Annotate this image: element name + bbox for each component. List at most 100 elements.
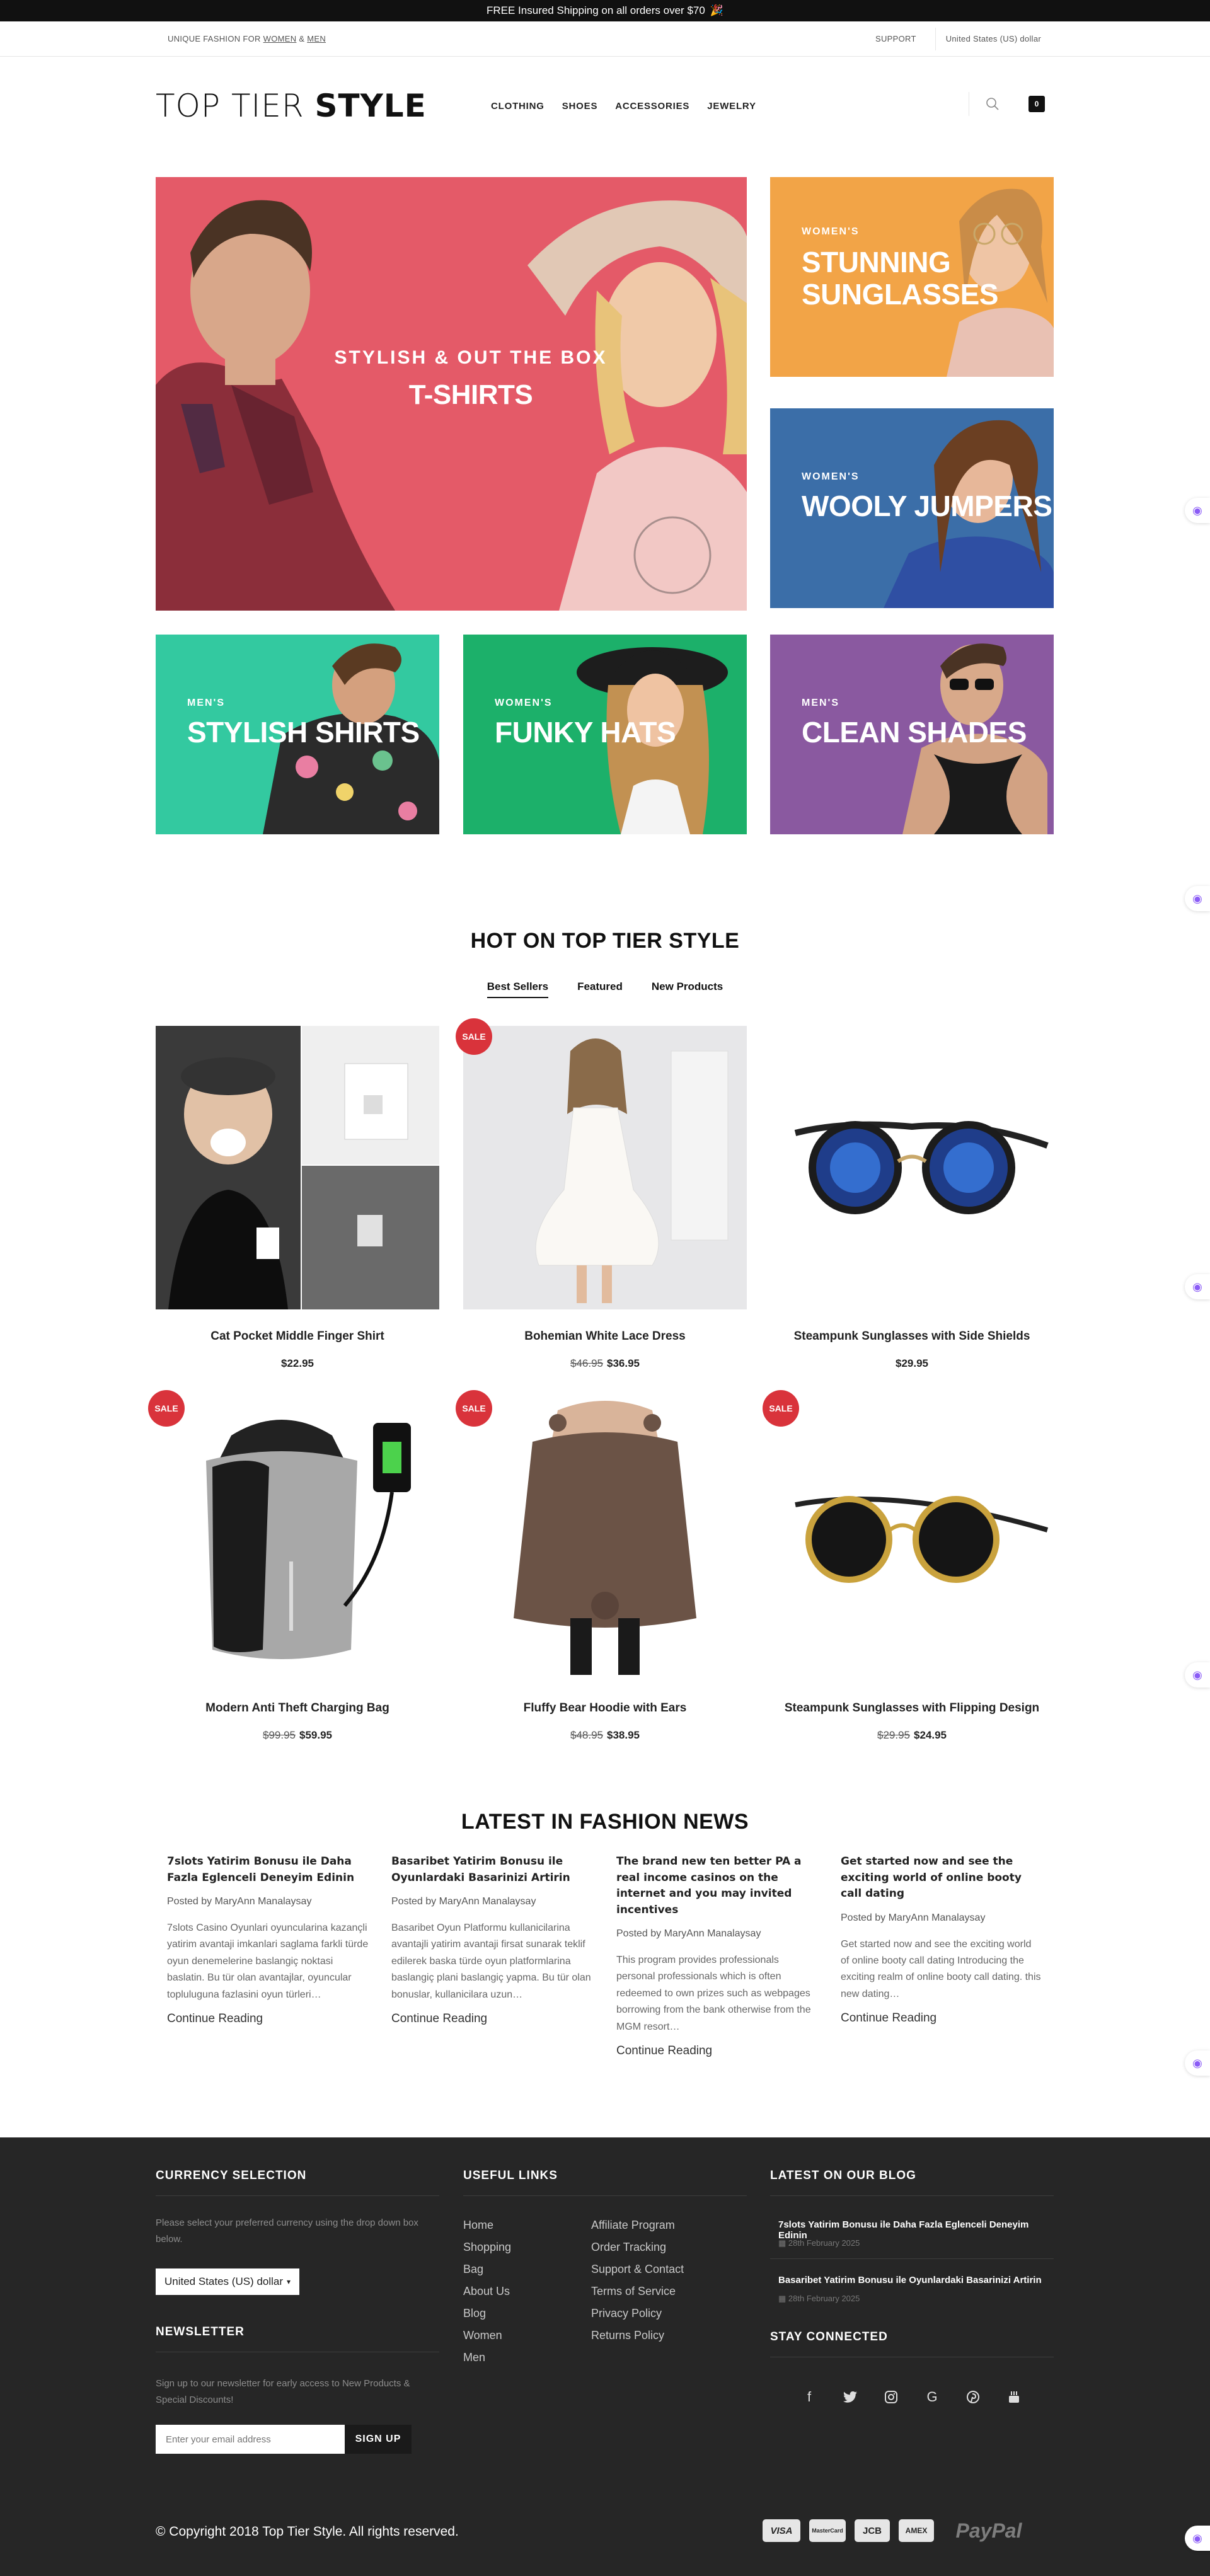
footer-link-blog[interactable]: Blog: [463, 2303, 533, 2325]
product-name[interactable]: Cat Pocket Middle Finger Shirt: [156, 1330, 439, 1343]
continue-reading-link[interactable]: Continue Reading: [841, 2011, 1042, 2025]
post-title[interactable]: The brand new ten better PA a real incom…: [616, 1854, 818, 1918]
footer-links-col1: Home Shopping Bag About Us Blog Women Me…: [463, 2214, 533, 2369]
men-link[interactable]: MEN: [307, 34, 326, 43]
sale-badge: SALE: [148, 1390, 185, 1427]
stay-connected-title: STAY CONNECTED: [770, 2330, 888, 2343]
footer-link-men[interactable]: Men: [463, 2347, 533, 2369]
product-price: $48.95 $38.95: [463, 1729, 747, 1742]
footer-blog-link[interactable]: Basaribet Yatirim Bonusu ile Oyunlardaki…: [778, 2275, 1056, 2286]
product-name[interactable]: Bohemian White Lace Dress: [463, 1330, 747, 1343]
floating-widget-icon[interactable]: ◉: [1185, 1274, 1210, 1299]
footer-link-shopping[interactable]: Shopping: [463, 2236, 533, 2258]
tile-kicker: WOMEN'S: [495, 698, 553, 708]
news-section-title: LATEST IN FASHION NEWS: [461, 1810, 749, 1834]
nav-accessories[interactable]: ACCESSORIES: [615, 101, 689, 112]
currency-dropdown[interactable]: United States (US) dollar ▾: [156, 2268, 300, 2295]
tagline-amp: &: [299, 34, 305, 43]
floating-widget-icon[interactable]: ◉: [1185, 886, 1210, 911]
tile-title: CLEAN SHADES: [802, 716, 1027, 749]
floating-widget-icon[interactable]: ◉: [1185, 498, 1210, 523]
google-icon[interactable]: G: [923, 2388, 941, 2406]
product-card[interactable]: Cat Pocket Middle Finger Shirt $22.95: [156, 1026, 439, 1370]
nav-shoes[interactable]: SHOES: [562, 101, 598, 112]
site-logo[interactable]: TOP TIER STYLE: [156, 88, 491, 124]
tile-title: FUNKY HATS: [495, 716, 676, 749]
twitter-icon[interactable]: [841, 2388, 859, 2406]
product-name[interactable]: Steampunk Sunglasses with Side Shields: [770, 1330, 1054, 1343]
product-image[interactable]: [156, 1026, 439, 1309]
tagline: UNIQUE FASHION FOR WOMEN & MEN: [168, 34, 326, 43]
tile-stunning-sunglasses[interactable]: WOMEN'S STUNNING SUNGLASSES: [770, 177, 1054, 377]
floating-widget-icon[interactable]: ◉: [1185, 2526, 1210, 2551]
hero-tile-tshirts[interactable]: STYLISH & OUT THE BOX T-SHIRTS: [156, 177, 747, 611]
tile-title: STUNNING SUNGLASSES: [802, 246, 998, 310]
signup-button[interactable]: SIGN UP: [345, 2425, 412, 2454]
tab-new-products[interactable]: New Products: [652, 980, 723, 998]
product-card[interactable]: SALE Modern Anti Theft Charging Bag $99.…: [148, 1390, 439, 1742]
cart-icon[interactable]: 0: [1028, 96, 1045, 112]
hero-tshirts-title: T-SHIRTS: [408, 379, 533, 410]
latest-blog-title: LATEST ON OUR BLOG: [770, 2169, 916, 2182]
post-title[interactable]: Basaribet Yatirim Bonusu ile Oyunlardaki…: [391, 1854, 593, 1886]
product-name[interactable]: Fluffy Bear Hoodie with Ears: [463, 1701, 747, 1715]
product-image[interactable]: [463, 1398, 747, 1681]
tile-clean-shades[interactable]: MEN'S CLEAN SHADES: [770, 635, 1054, 834]
site-header: TOP TIER STYLE CLOTHING SHOES ACCESSORIE…: [0, 57, 1210, 155]
news-post: 7slots Yatirim Bonusu ile Daha Fazla Egl…: [167, 1854, 369, 2026]
product-image[interactable]: [463, 1026, 747, 1309]
product-price: $46.95 $36.95: [463, 1357, 747, 1370]
product-name[interactable]: Steampunk Sunglasses with Flipping Desig…: [770, 1701, 1054, 1715]
footer-link-bag[interactable]: Bag: [463, 2258, 533, 2280]
pinterest-icon[interactable]: [964, 2388, 982, 2406]
continue-reading-link[interactable]: Continue Reading: [616, 2044, 818, 2058]
product-image[interactable]: [770, 1398, 1054, 1681]
tab-featured[interactable]: Featured: [577, 980, 623, 998]
product-card[interactable]: SALE Fluffy Bear Hoodie with Ears $48.95…: [456, 1390, 747, 1742]
floating-widget-icon[interactable]: ◉: [1185, 2050, 1210, 2076]
tab-best-sellers[interactable]: Best Sellers: [487, 980, 549, 998]
mastercard-icon: MasterCard: [809, 2519, 846, 2542]
footer-link-affiliate[interactable]: Affiliate Program: [591, 2214, 742, 2236]
tile-title-line1: STUNNING: [802, 246, 951, 279]
social-links: f G: [800, 2388, 1023, 2406]
post-author: Posted by MaryAnn Manalaysay: [616, 1928, 761, 1939]
floating-widget-icon[interactable]: ◉: [1185, 1662, 1210, 1688]
currency-selector[interactable]: United States (US) dollar: [936, 34, 1041, 43]
product-card[interactable]: SALE Bohemian White Lace Dress $46.95 $36…: [456, 1018, 747, 1370]
visa-icon: VISA: [763, 2519, 800, 2542]
footer-blog-link[interactable]: 7slots Yatirim Bonusu ile Daha Fazla Egl…: [778, 2219, 1056, 2241]
facebook-icon[interactable]: f: [800, 2388, 818, 2406]
youtube-icon[interactable]: [1005, 2388, 1023, 2406]
nav-clothing[interactable]: CLOTHING: [491, 101, 544, 112]
tile-funky-hats[interactable]: WOMEN'S FUNKY HATS: [463, 635, 747, 834]
nav-jewelry[interactable]: JEWELRY: [707, 101, 756, 112]
post-title[interactable]: 7slots Yatirim Bonusu ile Daha Fazla Egl…: [167, 1854, 369, 1886]
tile-kicker: MEN'S: [802, 698, 840, 708]
footer-link-home[interactable]: Home: [463, 2214, 533, 2236]
footer-link-order-tracking[interactable]: Order Tracking: [591, 2236, 742, 2258]
instagram-icon[interactable]: [882, 2388, 900, 2406]
support-link[interactable]: SUPPORT: [856, 27, 936, 50]
continue-reading-link[interactable]: Continue Reading: [167, 2012, 369, 2026]
newsletter-email-input[interactable]: [156, 2425, 345, 2454]
women-link[interactable]: WOMEN: [263, 34, 297, 43]
footer-link-privacy[interactable]: Privacy Policy: [591, 2303, 742, 2325]
product-card[interactable]: SALE Steampunk Sunglasses with Flipping …: [763, 1390, 1054, 1742]
calendar-icon: ▦: [778, 2294, 788, 2303]
product-card[interactable]: Steampunk Sunglasses with Side Shields $…: [770, 1026, 1054, 1370]
product-image[interactable]: [156, 1398, 439, 1681]
footer-link-returns[interactable]: Returns Policy: [591, 2325, 742, 2347]
post-title[interactable]: Get started now and see the exciting wor…: [841, 1854, 1042, 1902]
news-post: Basaribet Yatirim Bonusu ile Oyunlardaki…: [391, 1854, 593, 2026]
product-image[interactable]: [770, 1026, 1054, 1309]
footer-link-about[interactable]: About Us: [463, 2280, 533, 2303]
tile-stylish-shirts[interactable]: MEN'S STYLISH SHIRTS: [156, 635, 439, 834]
footer-link-terms[interactable]: Terms of Service: [591, 2280, 742, 2303]
search-icon[interactable]: [983, 95, 1002, 113]
continue-reading-link[interactable]: Continue Reading: [391, 2012, 593, 2026]
tile-wooly-jumpers[interactable]: WOMEN'S WOOLY JUMPERS: [770, 408, 1054, 608]
footer-link-women[interactable]: Women: [463, 2325, 533, 2347]
footer-link-support[interactable]: Support & Contact: [591, 2258, 742, 2280]
product-name[interactable]: Modern Anti Theft Charging Bag: [156, 1701, 439, 1715]
